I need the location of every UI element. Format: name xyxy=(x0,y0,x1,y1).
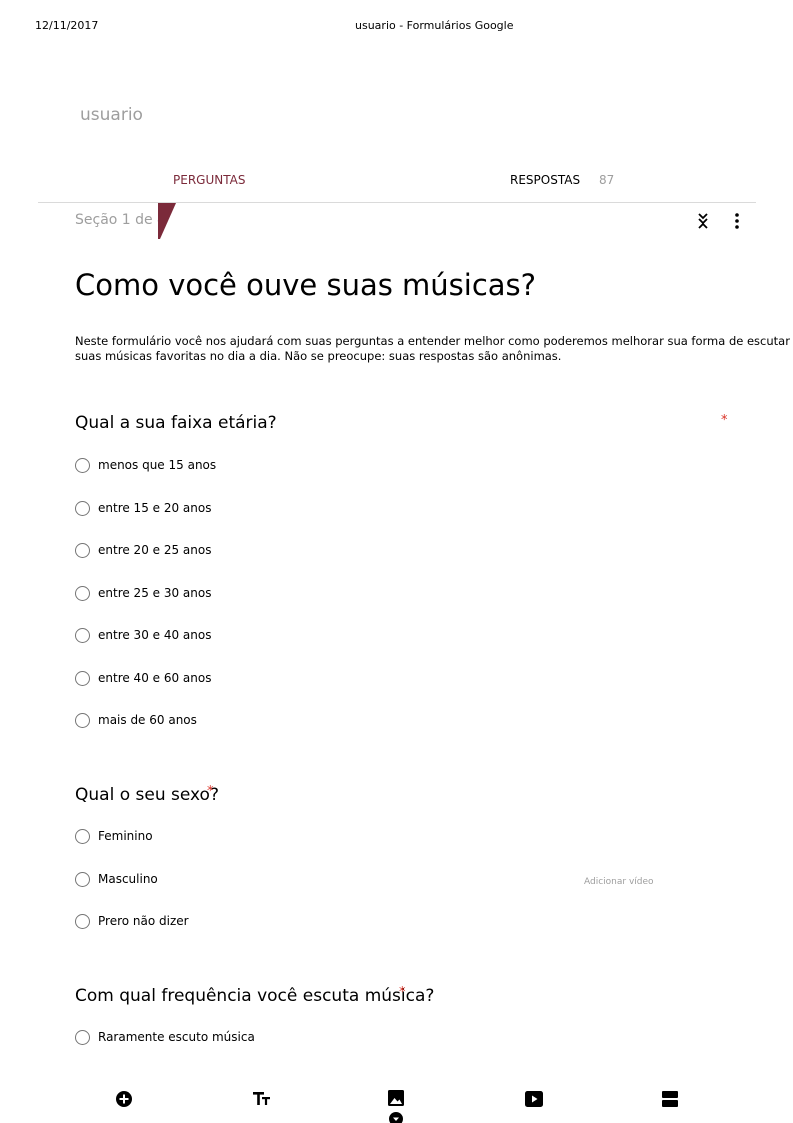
section-flag-icon xyxy=(158,203,176,239)
option-label: Feminino xyxy=(98,829,153,843)
add-video-tooltip: Adicionar vídeo xyxy=(584,877,654,887)
radio-button[interactable] xyxy=(75,457,90,473)
add-title-icon[interactable] xyxy=(252,1089,272,1109)
question-title[interactable]: Com qual frequência você escuta música? xyxy=(75,986,434,1006)
option-label: entre 40 e 60 anos xyxy=(98,671,212,685)
add-video-icon[interactable] xyxy=(524,1089,544,1109)
form-name[interactable]: usuario xyxy=(80,105,143,125)
option-label: entre 30 e 40 anos xyxy=(98,628,212,642)
radio-button[interactable] xyxy=(75,500,90,516)
radio-option[interactable]: entre 30 e 40 anos xyxy=(75,626,211,644)
radio-button[interactable] xyxy=(75,712,90,728)
radio-button[interactable] xyxy=(75,828,90,844)
add-section-icon[interactable] xyxy=(660,1089,680,1109)
radio-option[interactable]: entre 15 e 20 anos xyxy=(75,499,211,517)
option-label: Prero não dizer xyxy=(98,914,189,928)
more-vert-icon[interactable] xyxy=(734,213,740,229)
radio-button[interactable] xyxy=(75,871,90,887)
collapse-icon[interactable] xyxy=(697,212,709,230)
add-question-icon[interactable] xyxy=(114,1089,134,1109)
required-mark: * xyxy=(721,413,728,428)
section-label: Seção 1 de 4 xyxy=(75,212,167,228)
form-title[interactable]: Como você ouve suas músicas? xyxy=(75,268,536,302)
radio-option[interactable]: entre 25 e 30 anos xyxy=(75,584,211,602)
radio-option[interactable]: mais de 60 anos xyxy=(75,711,197,729)
responses-count-badge: 87 xyxy=(599,173,615,187)
option-label: entre 25 e 30 anos xyxy=(98,586,212,600)
radio-button[interactable] xyxy=(75,1029,90,1045)
required-mark: * xyxy=(207,784,214,799)
question-title[interactable]: Qual o seu sexo? xyxy=(75,785,219,805)
option-label: mais de 60 anos xyxy=(98,713,197,727)
option-label: entre 20 e 25 anos xyxy=(98,543,212,557)
option-label: Masculino xyxy=(98,872,158,886)
form-description[interactable]: Neste formulário você nos ajudará com su… xyxy=(75,334,793,364)
radio-button[interactable] xyxy=(75,670,90,686)
print-date: 12/11/2017 xyxy=(35,19,99,32)
tab-questions[interactable]: PERGUNTAS xyxy=(173,173,245,187)
option-label: Raramente escuto música xyxy=(98,1030,255,1044)
radio-button[interactable] xyxy=(75,542,90,558)
radio-option[interactable]: entre 20 e 25 anos xyxy=(75,541,211,559)
radio-option[interactable]: entre 40 e 60 anos xyxy=(75,669,211,687)
radio-option[interactable]: Masculino xyxy=(75,870,158,888)
radio-option[interactable]: Raramente escuto música xyxy=(75,1028,255,1046)
radio-option[interactable]: Prero não dizer xyxy=(75,912,189,930)
tab-responses[interactable]: RESPOSTAS xyxy=(510,173,580,187)
print-page-title: usuario - Formulários Google xyxy=(355,19,514,32)
radio-option[interactable]: menos que 15 anos xyxy=(75,456,216,474)
radio-button[interactable] xyxy=(75,585,90,601)
radio-option[interactable]: Feminino xyxy=(75,827,153,845)
add-image-icon[interactable] xyxy=(386,1089,407,1123)
option-label: entre 15 e 20 anos xyxy=(98,501,212,515)
tabs-divider xyxy=(38,202,756,203)
question-title[interactable]: Qual a sua faixa etária? xyxy=(75,413,277,433)
option-label: menos que 15 anos xyxy=(98,458,217,472)
radio-button[interactable] xyxy=(75,913,90,929)
radio-button[interactable] xyxy=(75,627,90,643)
required-mark: * xyxy=(399,985,406,1000)
